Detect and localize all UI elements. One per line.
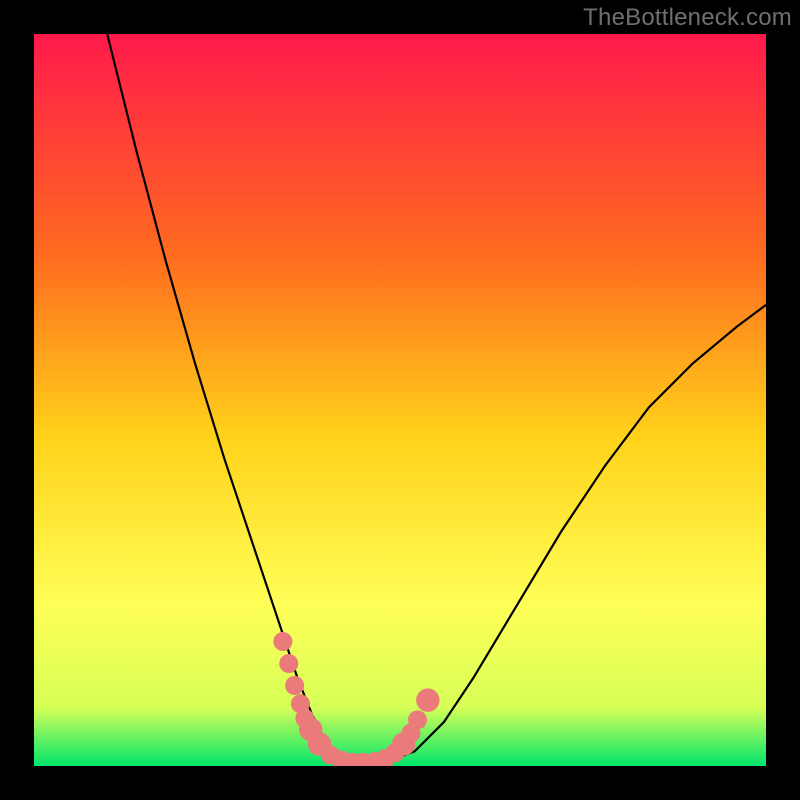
data-marker <box>279 654 298 673</box>
watermark-text: TheBottleneck.com <box>583 4 792 32</box>
data-marker <box>408 710 427 729</box>
data-marker <box>285 676 304 695</box>
plot-area <box>34 34 766 766</box>
chart-frame: TheBottleneck.com <box>0 0 800 800</box>
data-marker <box>416 688 439 711</box>
data-marker <box>273 632 292 651</box>
bottleneck-chart <box>34 34 766 766</box>
